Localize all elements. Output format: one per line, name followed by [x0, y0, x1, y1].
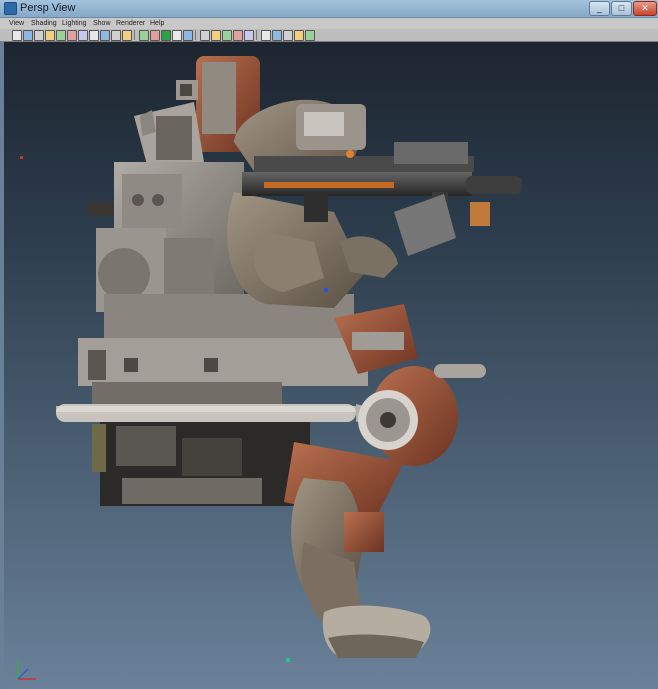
- minimize-button[interactable]: _: [589, 1, 610, 16]
- menu-shading[interactable]: Shading: [31, 18, 57, 29]
- perspective-viewport[interactable]: [4, 42, 658, 689]
- menu-show[interactable]: Show: [93, 18, 111, 29]
- wireframe-icon[interactable]: [139, 30, 149, 41]
- window-title: Persp View: [20, 2, 76, 14]
- maximize-button[interactable]: □: [611, 1, 632, 16]
- ambient-occlusion-icon[interactable]: [261, 30, 271, 41]
- menu-lighting[interactable]: Lighting: [62, 18, 87, 29]
- toolbar-separator: [134, 30, 135, 40]
- isolate-select-icon[interactable]: [233, 30, 243, 41]
- grid-icon[interactable]: [56, 30, 66, 41]
- smooth-shade-icon[interactable]: [150, 30, 160, 41]
- shadows-icon[interactable]: [200, 30, 210, 41]
- panel-toolbar: [0, 29, 658, 42]
- mech-soldier-model: [20, 56, 522, 662]
- menu-view[interactable]: View: [9, 18, 24, 29]
- toolbar-separator: [256, 30, 257, 40]
- panel-menu-bar: View Shading Lighting Show Renderer Help: [0, 18, 658, 29]
- bookmark-icon[interactable]: [34, 30, 44, 41]
- camera-select-icon[interactable]: [12, 30, 22, 41]
- depth-of-field-icon[interactable]: [294, 30, 304, 41]
- safe-action-icon[interactable]: [111, 30, 121, 41]
- x-ray-icon[interactable]: [211, 30, 221, 41]
- wireframe-on-shaded-icon[interactable]: [161, 30, 171, 41]
- render-view-icon[interactable]: [305, 30, 315, 41]
- gate-mask-icon[interactable]: [89, 30, 99, 41]
- image-plane-icon[interactable]: [45, 30, 55, 41]
- view-axis-indicator: [17, 661, 36, 680]
- use-all-lights-icon[interactable]: [183, 30, 193, 41]
- title-bar[interactable]: Persp View _ □ ✕: [0, 0, 658, 18]
- highlight-icon[interactable]: [244, 30, 254, 41]
- field-chart-icon[interactable]: [100, 30, 110, 41]
- film-gate-icon[interactable]: [67, 30, 77, 41]
- resolution-gate-icon[interactable]: [78, 30, 88, 41]
- backface-cull-icon[interactable]: [222, 30, 232, 41]
- camera-attributes-icon[interactable]: [23, 30, 33, 41]
- maya-viewport-window: Persp View _ □ ✕ View Shading Lighting S…: [0, 0, 658, 689]
- toolbar-separator: [195, 30, 196, 40]
- menu-help[interactable]: Help: [150, 18, 164, 29]
- safe-title-icon[interactable]: [122, 30, 132, 41]
- close-button[interactable]: ✕: [633, 1, 657, 16]
- anti-alias-icon[interactable]: [283, 30, 293, 41]
- app-icon: [4, 2, 17, 15]
- menu-renderer[interactable]: Renderer: [116, 18, 145, 29]
- motion-blur-icon[interactable]: [272, 30, 282, 41]
- textured-icon[interactable]: [172, 30, 182, 41]
